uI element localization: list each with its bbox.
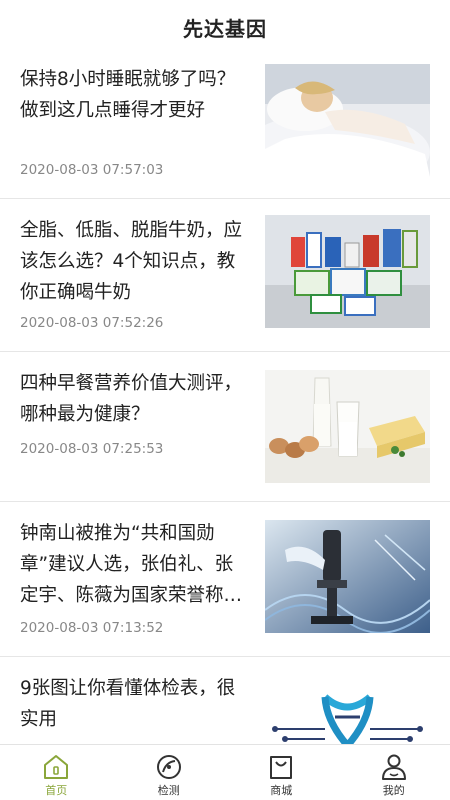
profile-icon [381, 754, 406, 780]
article-time: 2020-08-03 07:52:26 [20, 315, 164, 331]
dna-circuit-illustration [265, 677, 430, 744]
article-item[interactable]: 钟南山被推为“共和国勋章”建议人选，张伯礼、张定宇、陈薇为国家荣誉称号建议人选 … [0, 502, 450, 657]
article-item[interactable]: 全脂、低脂、脱脂牛奶，应该怎么选？4个知识点，教你正确喝牛奶 2020-08-0… [0, 199, 450, 352]
test-icon [156, 755, 181, 779]
app-header: 先达基因 [0, 0, 450, 54]
tab-test-label: 检测 [157, 784, 180, 797]
tab-profile-label: 我的 [382, 784, 405, 797]
tab-home-label: 首页 [45, 784, 68, 797]
article-feed[interactable]: 保持8小时睡眠就够了吗？做到这几点睡得才更好 2020-08-03 07:57:… [0, 54, 450, 744]
article-time: 2020-08-03 07:57:03 [20, 162, 164, 178]
sleeping-woman-photo [265, 64, 430, 177]
milk-cartons-photo [265, 215, 430, 328]
home-icon [44, 755, 69, 779]
tab-profile[interactable]: 我的 [338, 745, 450, 800]
article-time: 2020-08-03 07:25:53 [20, 441, 164, 457]
bottom-tab-bar: 首页 检测 商城 我的 [0, 744, 450, 800]
tab-home[interactable]: 首页 [0, 745, 113, 800]
tab-shop-label: 商城 [270, 784, 293, 797]
article-title: 钟南山被推为“共和国勋章”建议人选，张伯礼、张定宇、陈薇为国家荣誉称号建议人选 [20, 523, 243, 606]
article-title: 保持8小时睡眠就够了吗？做到这几点睡得才更好 [20, 69, 236, 121]
article-title: 9张图让你看懂体检表，很实用 [20, 678, 236, 730]
tab-test[interactable]: 检测 [113, 745, 226, 800]
article-title: 四种早餐营养价值大测评，哪种最为健康？ [20, 373, 243, 425]
article-title: 全脂、低脂、脱脂牛奶，应该怎么选？4个知识点，教你正确喝牛奶 [20, 220, 243, 303]
breakfast-milk-eggs-photo [265, 370, 430, 483]
shop-bag-icon [270, 756, 293, 779]
app-title: 先达基因 [183, 16, 267, 41]
microscope-dna-photo [265, 520, 430, 633]
article-item[interactable]: 四种早餐营养价值大测评，哪种最为健康？ 2020-08-03 07:25:53 [0, 352, 450, 502]
tab-shop[interactable]: 商城 [225, 745, 338, 800]
article-item[interactable]: 保持8小时睡眠就够了吗？做到这几点睡得才更好 2020-08-03 07:57:… [0, 54, 450, 199]
article-time: 2020-08-03 07:13:52 [20, 620, 164, 636]
article-item[interactable]: 9张图让你看懂体检表，很实用 [0, 657, 450, 744]
